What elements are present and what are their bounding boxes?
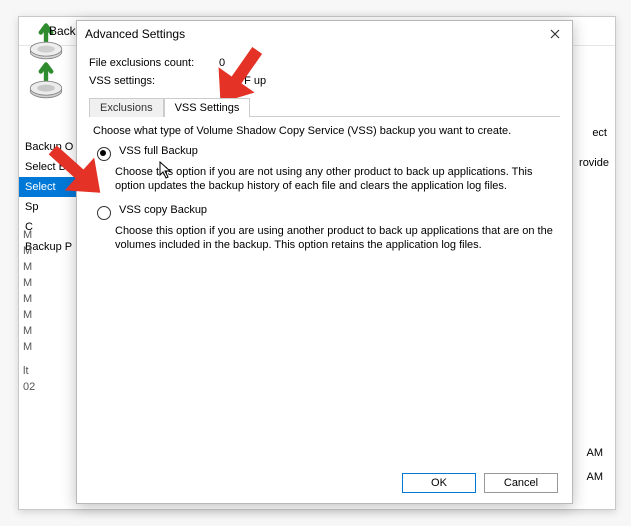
ok-button[interactable]: OK bbox=[402, 473, 476, 493]
vss-settings-row: VSS settings: VSS F up bbox=[89, 69, 560, 87]
bg-right-fragment: AM bbox=[587, 447, 604, 459]
screenshot-stage: Backup Backup O Select Bac Select Sp C B… bbox=[0, 0, 631, 526]
vss-copy-backup-option[interactable]: VSS copy Backup bbox=[93, 204, 556, 220]
vss-full-description: Choose this option if you are not using … bbox=[115, 165, 555, 194]
bg-right-fragment: rovide bbox=[579, 157, 609, 169]
tab-vss-settings[interactable]: VSS Settings bbox=[164, 98, 251, 117]
tab-exclusions[interactable]: Exclusions bbox=[89, 98, 164, 117]
bg-right-fragment: ect bbox=[592, 127, 607, 139]
vss-tab-panel: Choose what type of Volume Shadow Copy S… bbox=[89, 117, 560, 266]
vss-full-backup-option[interactable]: VSS full Backup bbox=[93, 145, 556, 161]
radio-vss-copy[interactable] bbox=[97, 206, 111, 220]
dialog-buttons: OK Cancel bbox=[402, 473, 558, 493]
dialog-body: File exclusions count: 0 VSS settings: V… bbox=[77, 47, 572, 266]
vss-settings-label: VSS settings: bbox=[89, 75, 209, 87]
close-icon[interactable] bbox=[546, 25, 564, 43]
file-exclusions-value: 0 bbox=[219, 57, 225, 69]
vss-settings-value: VSS F up bbox=[219, 75, 266, 87]
drive-arrow-icon bbox=[25, 22, 43, 40]
bg-right-fragment: AM bbox=[587, 471, 604, 483]
vss-prompt-text: Choose what type of Volume Shadow Copy S… bbox=[93, 125, 556, 137]
vss-full-title: VSS full Backup bbox=[119, 145, 198, 157]
drive-arrow-large-icon bbox=[25, 61, 67, 106]
radio-vss-full[interactable] bbox=[97, 147, 111, 161]
cancel-button[interactable]: Cancel bbox=[484, 473, 558, 493]
file-exclusions-label: File exclusions count: bbox=[89, 57, 209, 69]
vss-copy-description: Choose this option if you are using anot… bbox=[115, 224, 555, 253]
bg-left-edge-text: MM MM MM MM lt02 bbox=[23, 227, 37, 395]
file-exclusions-row: File exclusions count: 0 bbox=[89, 51, 560, 69]
dialog-tabs: Exclusions VSS Settings bbox=[89, 97, 560, 117]
vss-copy-title: VSS copy Backup bbox=[119, 204, 207, 216]
dialog-title: Advanced Settings bbox=[85, 27, 185, 41]
dialog-titlebar: Advanced Settings bbox=[77, 21, 572, 47]
advanced-settings-dialog: Advanced Settings File exclusions count:… bbox=[76, 20, 573, 504]
mouse-cursor-icon bbox=[159, 161, 173, 182]
